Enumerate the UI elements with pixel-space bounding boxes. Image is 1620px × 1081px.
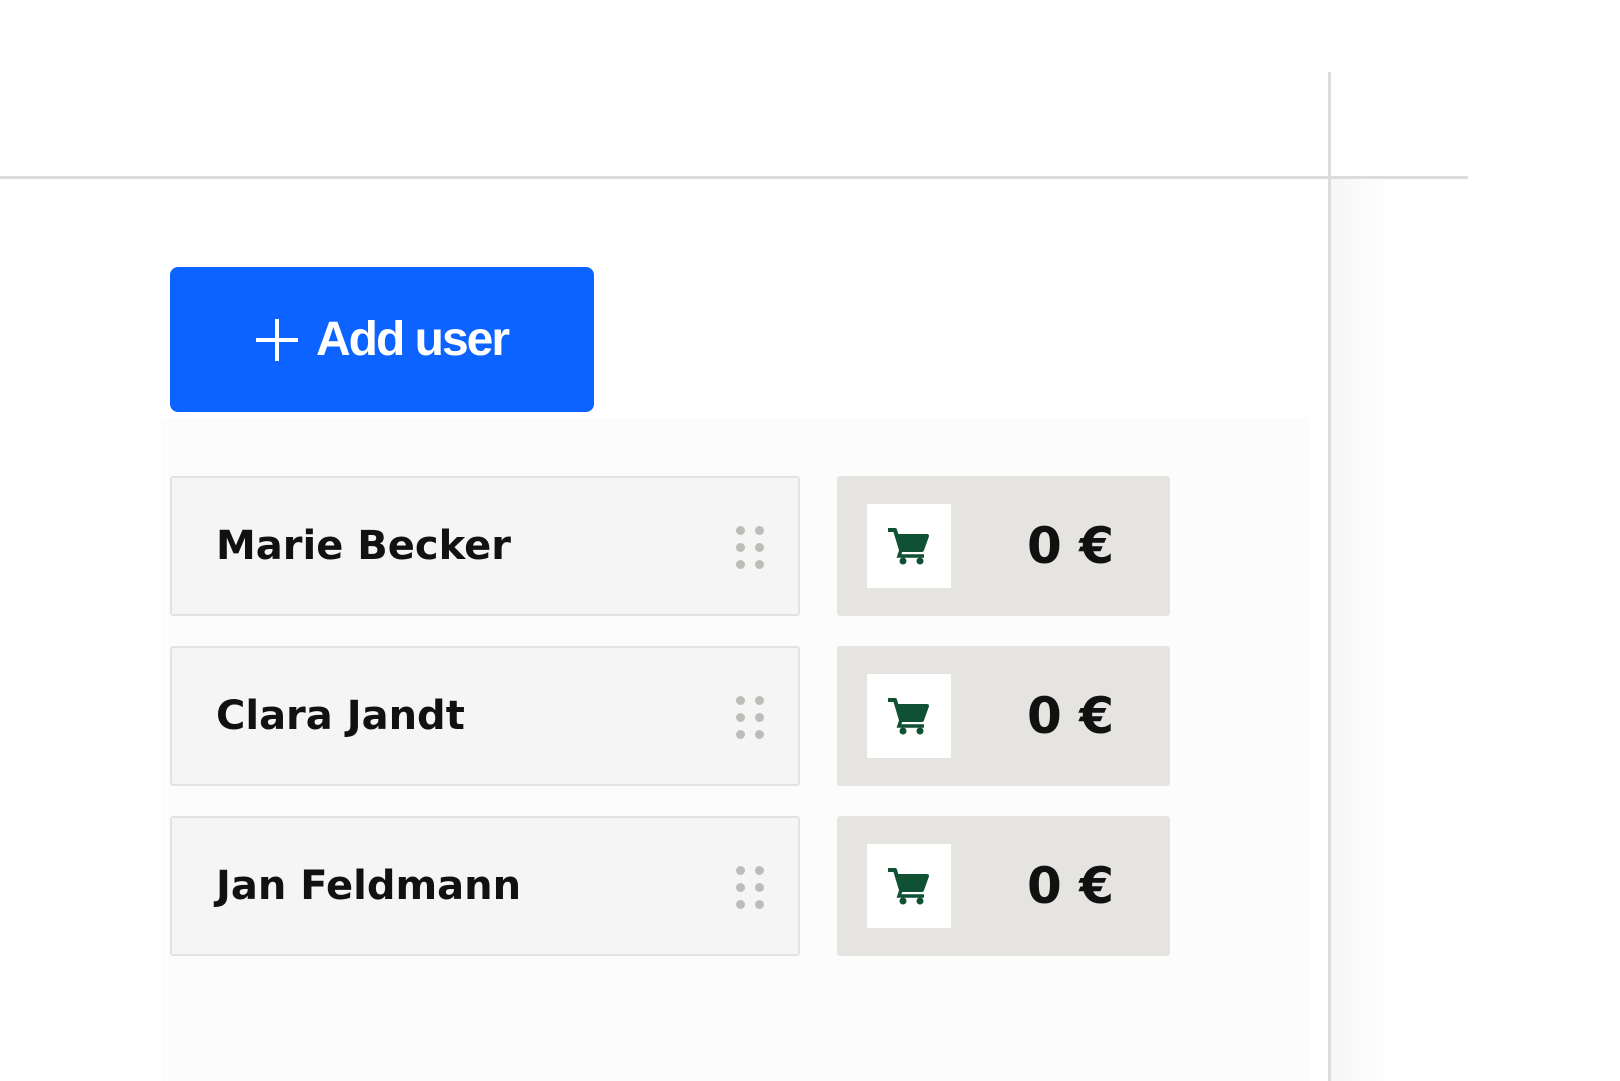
drag-handle-icon[interactable] [736, 696, 764, 740]
user-card[interactable]: Marie Becker [170, 476, 800, 616]
shopping-cart-icon [888, 868, 929, 905]
cart-button[interactable] [867, 844, 951, 928]
user-amount: 0 € [1027, 687, 1114, 745]
user-row: Marie Becker 0 € [170, 476, 1170, 616]
shopping-cart-icon [888, 528, 929, 565]
drag-handle-icon[interactable] [736, 526, 764, 570]
shopping-cart-icon [888, 698, 929, 735]
user-card[interactable]: Jan Feldmann [170, 816, 800, 956]
horizontal-divider [0, 176, 1468, 179]
user-total: 0 € [837, 816, 1170, 956]
cart-button[interactable] [867, 504, 951, 588]
user-amount: 0 € [1027, 517, 1114, 575]
user-name: Jan Feldmann [216, 863, 522, 909]
user-amount: 0 € [1027, 857, 1114, 915]
user-row: Clara Jandt 0 € [170, 646, 1170, 786]
user-total: 0 € [837, 646, 1170, 786]
add-user-label: Add user [315, 313, 510, 366]
app-canvas: Add user Marie Becker 0 € Clara Jandt 0 … [0, 0, 1620, 1081]
plus-icon [255, 318, 298, 361]
user-name: Marie Becker [216, 523, 511, 569]
cart-button[interactable] [867, 674, 951, 758]
user-card[interactable]: Clara Jandt [170, 646, 800, 786]
user-row: Jan Feldmann 0 € [170, 816, 1170, 956]
drag-handle-icon[interactable] [736, 866, 764, 910]
user-name: Clara Jandt [216, 693, 465, 739]
side-panel-shadow [1331, 179, 1391, 1081]
add-user-button[interactable]: Add user [170, 267, 594, 412]
user-total: 0 € [837, 476, 1170, 616]
